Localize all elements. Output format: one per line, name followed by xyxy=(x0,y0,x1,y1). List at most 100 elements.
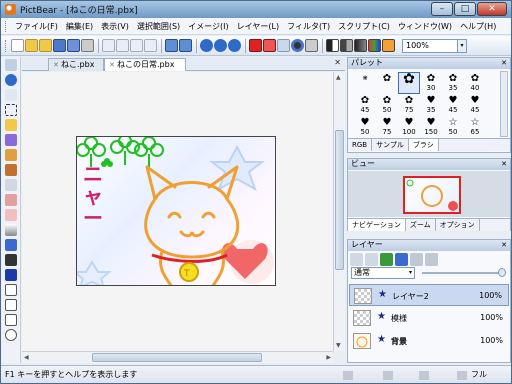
open-recent-icon[interactable] xyxy=(39,39,52,52)
blend-mode-select[interactable]: 通常 ▾ xyxy=(351,267,415,279)
color-swap-icon[interactable] xyxy=(263,39,276,52)
vertical-scroll-thumb[interactable] xyxy=(335,130,344,270)
curve-tool-icon[interactable] xyxy=(5,299,17,311)
layer-row-background[interactable]: ★ 背景 100% xyxy=(349,330,509,352)
palette-cell[interactable]: ❋ xyxy=(354,72,376,94)
mode-1-icon[interactable] xyxy=(326,39,339,52)
rect-select-tool-icon[interactable] xyxy=(5,104,17,116)
brush-tool-icon[interactable] xyxy=(5,164,17,176)
zoom-dropdown-arrow[interactable]: ▾ xyxy=(458,38,467,53)
print-icon[interactable] xyxy=(81,39,94,52)
horizontal-scrollbar[interactable]: ◀ ▶ xyxy=(22,351,333,363)
palette-cell[interactable]: ♥ 45 xyxy=(442,94,464,116)
palette-cell[interactable]: ♥ 150 xyxy=(420,116,442,138)
palette-cell[interactable]: ✿ 45 xyxy=(354,94,376,116)
zoom-in-icon[interactable] xyxy=(200,39,213,52)
mode-3-icon[interactable] xyxy=(354,39,367,52)
paste-icon[interactable] xyxy=(130,39,143,52)
undo-icon[interactable] xyxy=(165,39,178,52)
view-close-icon[interactable]: ✕ xyxy=(501,159,507,169)
vertical-scrollbar[interactable]: ▲ ▼ xyxy=(333,72,345,351)
eraser-tool-icon[interactable] xyxy=(5,209,17,221)
image-canvas[interactable]: T ニャー xyxy=(76,136,276,286)
layer-row-layer2[interactable]: ★ レイヤー2 100% xyxy=(349,284,509,306)
layer-row-pattern[interactable]: ★ 模様 100% xyxy=(349,307,509,329)
palette-cell[interactable]: ♥ 75 xyxy=(376,116,398,138)
tool-grid-icon[interactable] xyxy=(305,39,318,52)
mode-2-icon[interactable] xyxy=(340,39,353,52)
close-button[interactable]: ✕ xyxy=(477,2,507,16)
color-red-icon[interactable] xyxy=(249,39,262,52)
palette-cell[interactable]: ✿ 50 xyxy=(376,94,398,116)
move-tool-icon[interactable] xyxy=(5,89,17,101)
rectangle-tool-icon[interactable] xyxy=(5,314,17,326)
palette-close-icon[interactable]: ✕ xyxy=(501,58,507,68)
copy-icon[interactable] xyxy=(116,39,129,52)
tab-neko-nichijou[interactable]: ✕ ねこの日常.pbx xyxy=(104,58,186,71)
horizontal-scroll-thumb[interactable] xyxy=(92,353,262,362)
menu-window[interactable]: ウィンドウ(W) xyxy=(394,21,456,32)
stamp-tool-icon[interactable] xyxy=(5,194,17,206)
pan-tool-icon[interactable] xyxy=(5,59,17,71)
palette-cell[interactable]: ✿ 75 xyxy=(398,94,420,116)
scroll-down-icon[interactable]: ▼ xyxy=(336,342,341,349)
text-tool-icon[interactable] xyxy=(5,269,17,281)
zoom-select[interactable]: 100% xyxy=(402,38,458,53)
palette-cell[interactable]: ☆ 65 xyxy=(464,116,486,138)
palette-cell[interactable]: ☆ 50 xyxy=(442,116,464,138)
layer-properties-icon[interactable] xyxy=(425,253,438,266)
line-tool-icon[interactable] xyxy=(5,284,17,296)
menu-filter[interactable]: フィルタ(T) xyxy=(283,21,334,32)
menu-help[interactable]: ヘルプ(H) xyxy=(456,21,500,32)
redo-icon[interactable] xyxy=(179,39,192,52)
layer-visible-icon[interactable]: ★ xyxy=(377,334,386,345)
palette-cell[interactable]: ♥ 45 xyxy=(464,94,486,116)
delete-icon[interactable] xyxy=(144,39,157,52)
tab-zoom[interactable]: ズーム xyxy=(406,219,436,231)
lasso-tool-icon[interactable] xyxy=(5,119,17,131)
magic-wand-tool-icon[interactable] xyxy=(5,134,17,146)
eyedropper-tool-icon[interactable] xyxy=(5,254,17,266)
layer-visible-icon[interactable]: ★ xyxy=(377,311,386,322)
cut-icon[interactable] xyxy=(102,39,115,52)
navigator-thumbnail[interactable] xyxy=(403,176,461,214)
palette-cell[interactable]: ♥ 50 xyxy=(354,116,376,138)
layer-delete-icon[interactable] xyxy=(365,253,378,266)
palette-scrollbar[interactable] xyxy=(500,71,508,137)
zoom-fit-icon[interactable] xyxy=(228,39,241,52)
layer-down-icon[interactable] xyxy=(395,253,408,266)
tab-close-icon[interactable]: ✕ xyxy=(53,60,61,71)
palette-cell[interactable]: ✿ 35 xyxy=(442,72,464,94)
scroll-left-icon[interactable]: ◀ xyxy=(24,354,29,361)
navigator-area[interactable] xyxy=(348,171,510,217)
new-file-icon[interactable] xyxy=(11,39,24,52)
mode-5-icon[interactable] xyxy=(382,39,395,52)
menu-select[interactable]: 選択範囲(S) xyxy=(133,21,184,32)
ellipse-tool-icon[interactable] xyxy=(5,329,17,341)
layers-close-icon[interactable]: ✕ xyxy=(501,240,507,250)
palette-cell-selected[interactable]: ✿ xyxy=(398,72,420,94)
tab-options[interactable]: オプション xyxy=(436,219,480,231)
airbrush-tool-icon[interactable] xyxy=(5,179,17,191)
mode-4-icon[interactable] xyxy=(368,39,381,52)
layer-up-icon[interactable] xyxy=(380,253,393,266)
palette-cell[interactable]: ♥ 100 xyxy=(398,116,420,138)
tab-brush[interactable]: ブラシ xyxy=(408,139,439,151)
palette-cell[interactable]: ♥ 35 xyxy=(420,94,442,116)
canvas-area[interactable]: T ニャー xyxy=(22,72,333,351)
minimize-button[interactable]: – xyxy=(431,2,453,16)
layer-new-icon[interactable] xyxy=(350,253,363,266)
menu-layer[interactable]: レイヤー(L) xyxy=(233,21,283,32)
zoom-tool-icon[interactable] xyxy=(5,74,17,86)
layer-visible-icon[interactable]: ★ xyxy=(378,289,387,300)
scroll-up-icon[interactable]: ▲ xyxy=(336,74,341,81)
menu-image[interactable]: イメージ(I) xyxy=(184,21,232,32)
menu-file[interactable]: ファイル(F) xyxy=(11,21,62,32)
gradient-tool-icon[interactable] xyxy=(5,224,17,236)
antialias-icon[interactable] xyxy=(277,39,290,52)
open-folder-icon[interactable] xyxy=(25,39,38,52)
save-icon[interactable] xyxy=(53,39,66,52)
palette-cell[interactable]: ✿ 30 xyxy=(420,72,442,94)
maximize-button[interactable]: □ xyxy=(454,2,476,16)
target-icon[interactable] xyxy=(291,39,304,52)
